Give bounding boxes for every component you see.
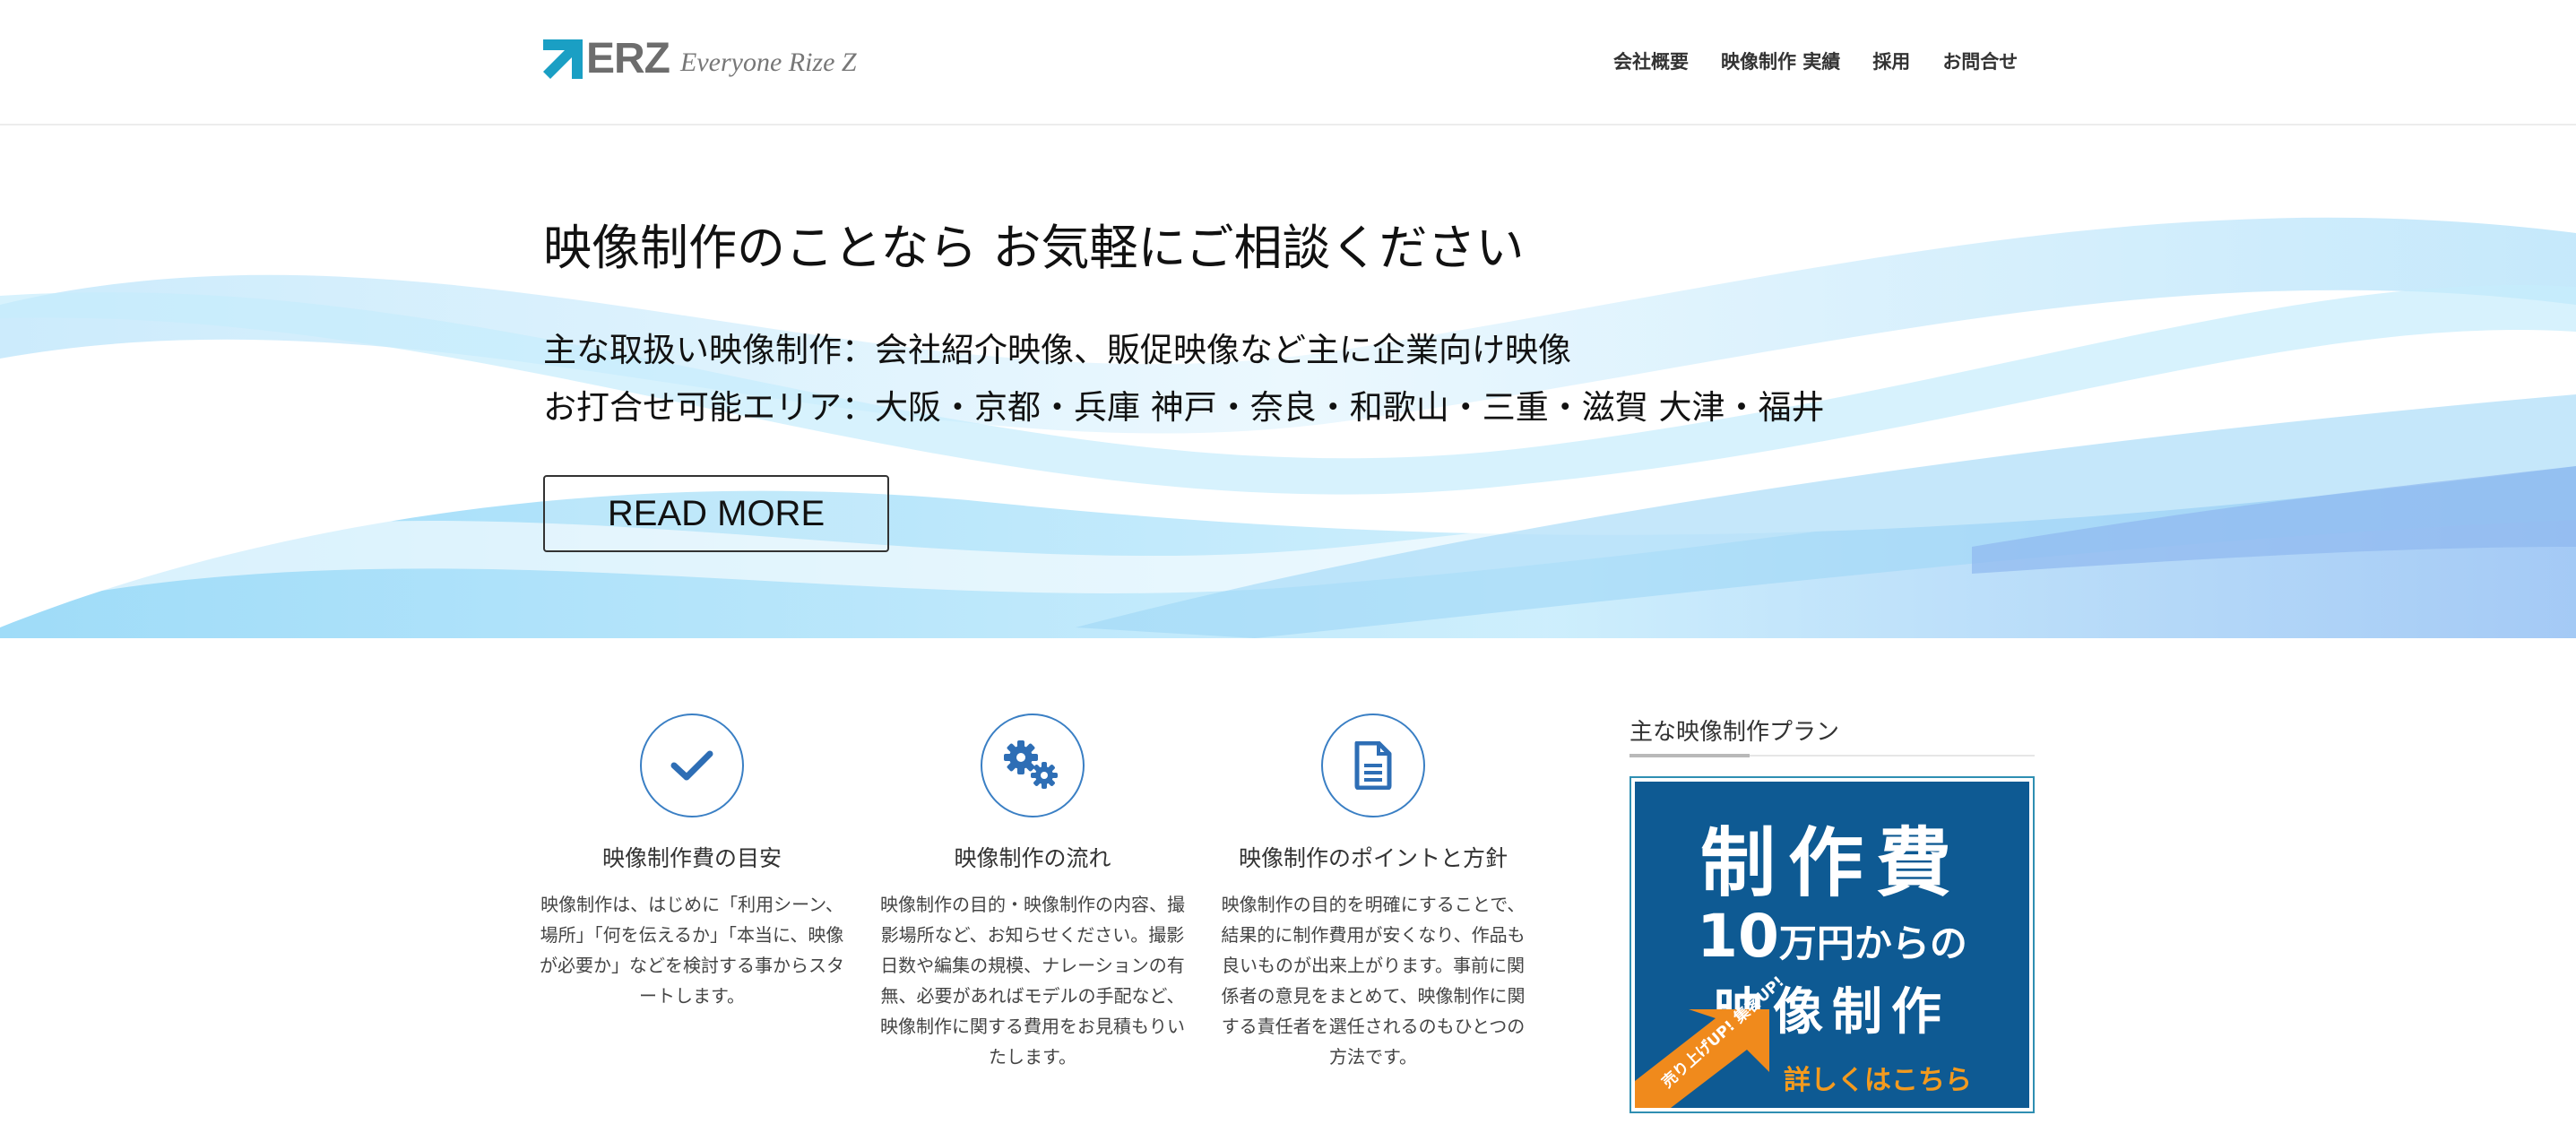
feature-title: 映像制作のポイントと方針 (1238, 845, 1508, 871)
document-icon (1354, 741, 1392, 790)
banner-headline: 制作費 (1699, 819, 1964, 907)
sidebar-title: 主な映像制作プラン (1629, 719, 1840, 746)
feature-text: 映像制作の目的を明確にすることで、結果的に制作費用が安くなり、作品も良いものが出… (1221, 894, 1526, 1068)
pricing-banner[interactable]: 制作費 10万円からの 映像制作 売り上げUP! 集客UP! 詳しくはこちら (1629, 776, 2035, 1113)
read-more-button[interactable]: READ MORE (543, 475, 889, 552)
site-header: ERZ Everyone Rize Z 会社概要 映像制作 実績 採用 お問合せ (0, 0, 2576, 125)
feature-text: 映像制作の目的・映像制作の内容、撮影場所など、お知らせください。撮影日数や編集の… (880, 894, 1185, 1068)
feature-points: 映像制作のポイントと方針 映像制作の目的を明確にすることで、結果的に制作費用が安… (1221, 714, 1526, 1072)
banner-price-number: 10 (1697, 902, 1779, 971)
feature-flow: 映像制作の流れ 映像制作の目的・映像制作の内容、撮影場所など、お知らせください。… (880, 714, 1185, 1072)
logo-arrow-icon (543, 39, 583, 79)
feature-title: 映像制作費の目安 (601, 845, 782, 871)
hero-services-text: 主な取扱い映像制作：会社紹介映像、販促映像など主に企業向け映像 (543, 331, 1571, 369)
logo-text: ERZ (586, 35, 670, 82)
feature-text: 映像制作は、はじめに「利用シーン、場所」「何を伝えるか」「本当に、映像が必要か」… (540, 894, 844, 1007)
nav-company[interactable]: 会社概要 (1613, 48, 1689, 75)
logo-tagline: Everyone Rize Z (680, 48, 857, 77)
main-nav: 会社概要 映像制作 実績 採用 お問合せ (1613, 48, 2018, 75)
feature-icon-circle (640, 714, 744, 817)
hero-area-text: お打合せ可能エリア：大阪・京都・兵庫 神戸・奈良・和歌山・三重・滋賀 大津・福井 (543, 388, 1825, 427)
feature-icon-circle (981, 714, 1085, 817)
banner-cta-text: 詳しくはこちら (1784, 1065, 1972, 1096)
feature-title: 映像制作の流れ (954, 845, 1111, 871)
nav-recruit[interactable]: 採用 (1872, 48, 1910, 75)
feature-cost: 映像制作費の目安 映像制作は、はじめに「利用シーン、場所」「何を伝えるか」「本当… (540, 714, 844, 1011)
hero-title: 映像制作のことなら お気軽にご相談ください (543, 220, 1525, 276)
check-icon (670, 750, 713, 781)
gears-icon (1004, 740, 1058, 789)
nav-works[interactable]: 映像制作 実績 (1721, 48, 1840, 75)
feature-icon-circle (1321, 714, 1425, 817)
site-logo[interactable]: ERZ Everyone Rize Z (543, 36, 857, 82)
nav-contact[interactable]: お問合せ (1942, 48, 2018, 75)
hero-section: 映像制作のことなら お気軽にご相談ください 主な取扱い映像制作：会社紹介映像、販… (0, 125, 2576, 638)
banner-price: 10万円からの (1635, 902, 2029, 971)
banner-body: 制作費 10万円からの 映像制作 売り上げUP! 集客UP! 詳しくはこちら (1635, 782, 2029, 1108)
sidebar-divider-accent (1629, 754, 1750, 757)
banner-price-suffix: 万円からの (1778, 921, 1967, 965)
